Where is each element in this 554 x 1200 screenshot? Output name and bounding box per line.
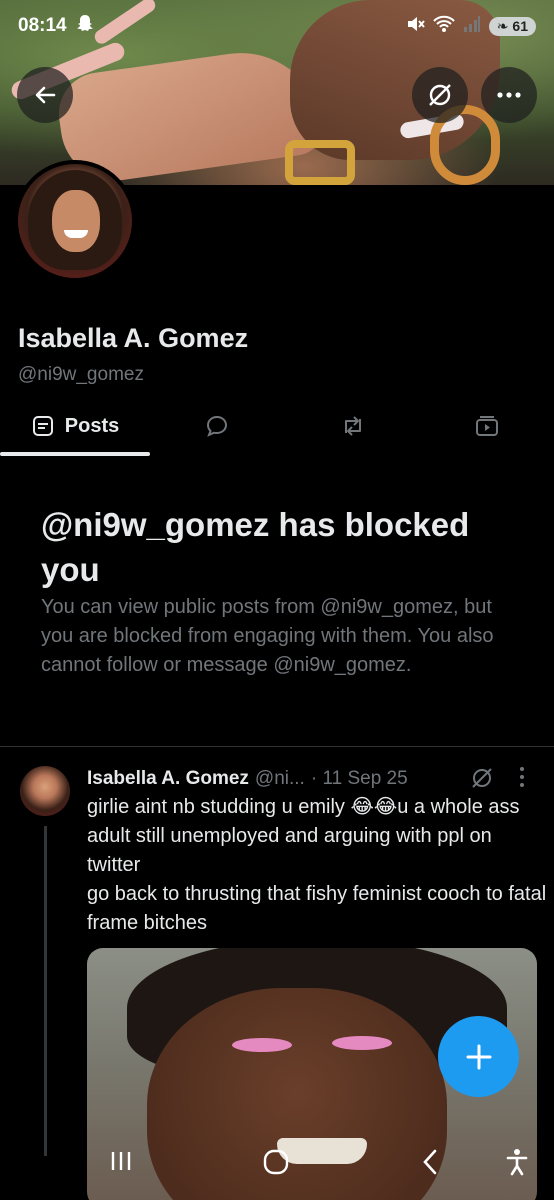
reply-icon [206,415,228,437]
system-back-button[interactable] [420,1148,440,1184]
more-horizontal-icon [497,92,521,98]
post-text-line: go back to thrusting that fishy feminist… [87,883,547,934]
blocked-title: @ni9w_gomez has blocked you [41,506,470,588]
banner-ring [285,140,355,185]
more-vertical-icon [520,767,524,787]
battery-indicator: ❧ 61 [488,16,536,36]
compose-post-button[interactable] [438,1016,519,1097]
home-icon [263,1149,289,1175]
grok-icon [429,84,451,106]
post-avatar[interactable] [20,766,70,816]
snapchat-icon [75,13,95,39]
battery-level: 61 [512,17,528,34]
blocked-description: You can view public posts from @ni9w_gom… [41,596,494,676]
status-bar: 08:14 ❧ 61 [0,0,554,52]
divider [0,746,554,747]
post-grok-button[interactable] [470,766,494,795]
tab-posts-label: Posts [64,414,120,437]
profile-tabs: Posts [0,398,554,456]
back-button[interactable] [17,67,73,123]
wifi-icon [433,15,455,38]
status-time: 08:14 [18,15,67,36]
grok-icon [472,768,492,788]
home-button[interactable] [262,1148,290,1184]
post-date[interactable]: · 11 Sep 25 [311,768,408,790]
accessibility-button[interactable] [505,1148,529,1184]
tab-reposts[interactable] [316,398,390,454]
accessibility-icon [506,1149,528,1176]
thread-line [44,826,47,1156]
video-icon [476,416,498,436]
chevron-left-icon [423,1149,437,1175]
more-options-button[interactable] [481,67,537,123]
repost-icon [345,416,361,436]
tab-active-indicator [0,452,150,456]
profile-handle: @ni9w_gomez [18,364,144,385]
system-navigation-bar [0,1130,554,1200]
post-more-button[interactable] [518,766,526,794]
post-text: girlie aint nb studding u emily 😂😂u a wh… [87,793,547,938]
posts-icon [32,416,53,436]
tab-replies[interactable] [180,398,254,454]
arrow-left-icon [35,86,56,104]
post-author-handle[interactable]: @ni... [255,768,305,790]
tab-posts[interactable]: Posts [0,398,150,454]
tab-media[interactable] [450,398,524,454]
recent-apps-button[interactable] [108,1148,134,1182]
battery-leaf-icon: ❧ [496,17,509,34]
grok-button[interactable] [412,67,468,123]
recent-apps-icon [111,1152,131,1170]
profile-avatar[interactable] [14,160,136,282]
post-author-name[interactable]: Isabella A. Gomez [87,768,249,790]
mute-icon [405,14,425,39]
profile-name: Isabella A. Gomez [18,323,249,353]
post-text-line: girlie aint nb studding u emily 😂😂u a wh… [87,796,520,876]
plus-icon [466,1044,491,1069]
signal-icon [463,15,481,38]
